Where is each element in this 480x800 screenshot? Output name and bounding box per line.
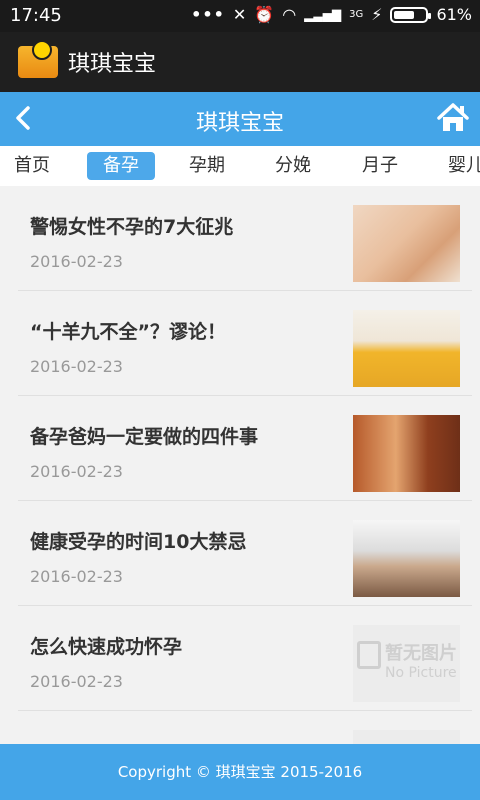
battery-percent: 61% — [436, 5, 472, 24]
article-thumbnail — [353, 520, 460, 597]
signal-icon: ▂▃▅▇ — [304, 7, 342, 22]
lock-icon — [357, 641, 381, 669]
vibrate-icon: ✕ — [232, 5, 247, 24]
list-item[interactable]: 警惕女性不孕的7大征兆 2016-02-23 — [18, 186, 472, 291]
article-date: 2016-02-23 — [30, 672, 123, 691]
article-date: 2016-02-23 — [30, 357, 123, 376]
list-item[interactable] — [18, 711, 472, 744]
charging-icon: ⚡ — [371, 5, 383, 24]
no-picture-placeholder: 暂无图片 No Picture — [353, 625, 460, 702]
article-thumbnail — [353, 205, 460, 282]
wifi-icon: ◠ — [282, 5, 297, 24]
page-title: 琪琪宝宝 — [195, 111, 284, 136]
page-header: 琪琪宝宝 — [0, 92, 480, 146]
alarm-icon: ⏰ — [254, 5, 275, 24]
footer: Copyright © 琪琪宝宝 2015-2016 — [0, 744, 480, 800]
tab-home[interactable]: 首页 — [14, 152, 50, 180]
status-bar: 17:45 ••• ✕ ⏰ ◠ ▂▃▅▇ 3G ⚡ 61% — [0, 0, 480, 32]
home-icon[interactable] — [436, 102, 470, 134]
list-item[interactable]: 怎么快速成功怀孕 2016-02-23 暂无图片 No Picture — [18, 606, 472, 711]
article-title: “十羊九不全”？谬论！ — [30, 321, 226, 343]
article-title: 怎么快速成功怀孕 — [30, 636, 183, 658]
more-dots-icon: ••• — [191, 5, 225, 24]
article-thumbnail — [353, 415, 460, 492]
article-thumbnail — [353, 310, 460, 387]
category-tabs: 首页 备孕 孕期 分娩 月子 婴儿 — [0, 146, 480, 187]
network-type: 3G — [349, 9, 364, 20]
no-picture-text: 暂无图片 — [385, 643, 457, 664]
article-list: 警惕女性不孕的7大征兆 2016-02-23 “十羊九不全”？谬论！ 2016-… — [0, 186, 480, 744]
no-picture-subtext: No Picture — [385, 665, 457, 681]
article-date: 2016-02-23 — [30, 252, 123, 271]
article-title: 备孕爸妈一定要做的四件事 — [30, 426, 259, 448]
article-date: 2016-02-23 — [30, 462, 123, 481]
tab-pregnancy[interactable]: 孕期 — [189, 152, 225, 180]
list-item[interactable]: “十羊九不全”？谬论！ 2016-02-23 — [18, 291, 472, 396]
article-date: 2016-02-23 — [30, 567, 123, 586]
app-title-bar: 琪琪宝宝 — [0, 32, 480, 92]
article-thumbnail — [353, 730, 460, 744]
app-title: 琪琪宝宝 — [68, 52, 157, 77]
battery-icon — [390, 6, 432, 23]
status-time: 17:45 — [10, 5, 62, 26]
tab-postpartum[interactable]: 月子 — [362, 152, 398, 180]
tab-childbirth[interactable]: 分娩 — [275, 152, 311, 180]
list-item[interactable]: 健康受孕的时间10大禁忌 2016-02-23 — [18, 501, 472, 606]
status-icons: ••• ✕ ⏰ ◠ ▂▃▅▇ 3G ⚡ 61% — [191, 5, 472, 24]
tab-infant[interactable]: 婴儿 — [448, 152, 480, 180]
list-item[interactable]: 备孕爸妈一定要做的四件事 2016-02-23 — [18, 396, 472, 501]
article-title: 健康受孕的时间10大禁忌 — [30, 531, 247, 553]
article-title: 警惕女性不孕的7大征兆 — [30, 216, 234, 238]
tab-pregnancy-prep[interactable]: 备孕 — [87, 152, 155, 180]
app-logo-icon — [18, 40, 58, 78]
